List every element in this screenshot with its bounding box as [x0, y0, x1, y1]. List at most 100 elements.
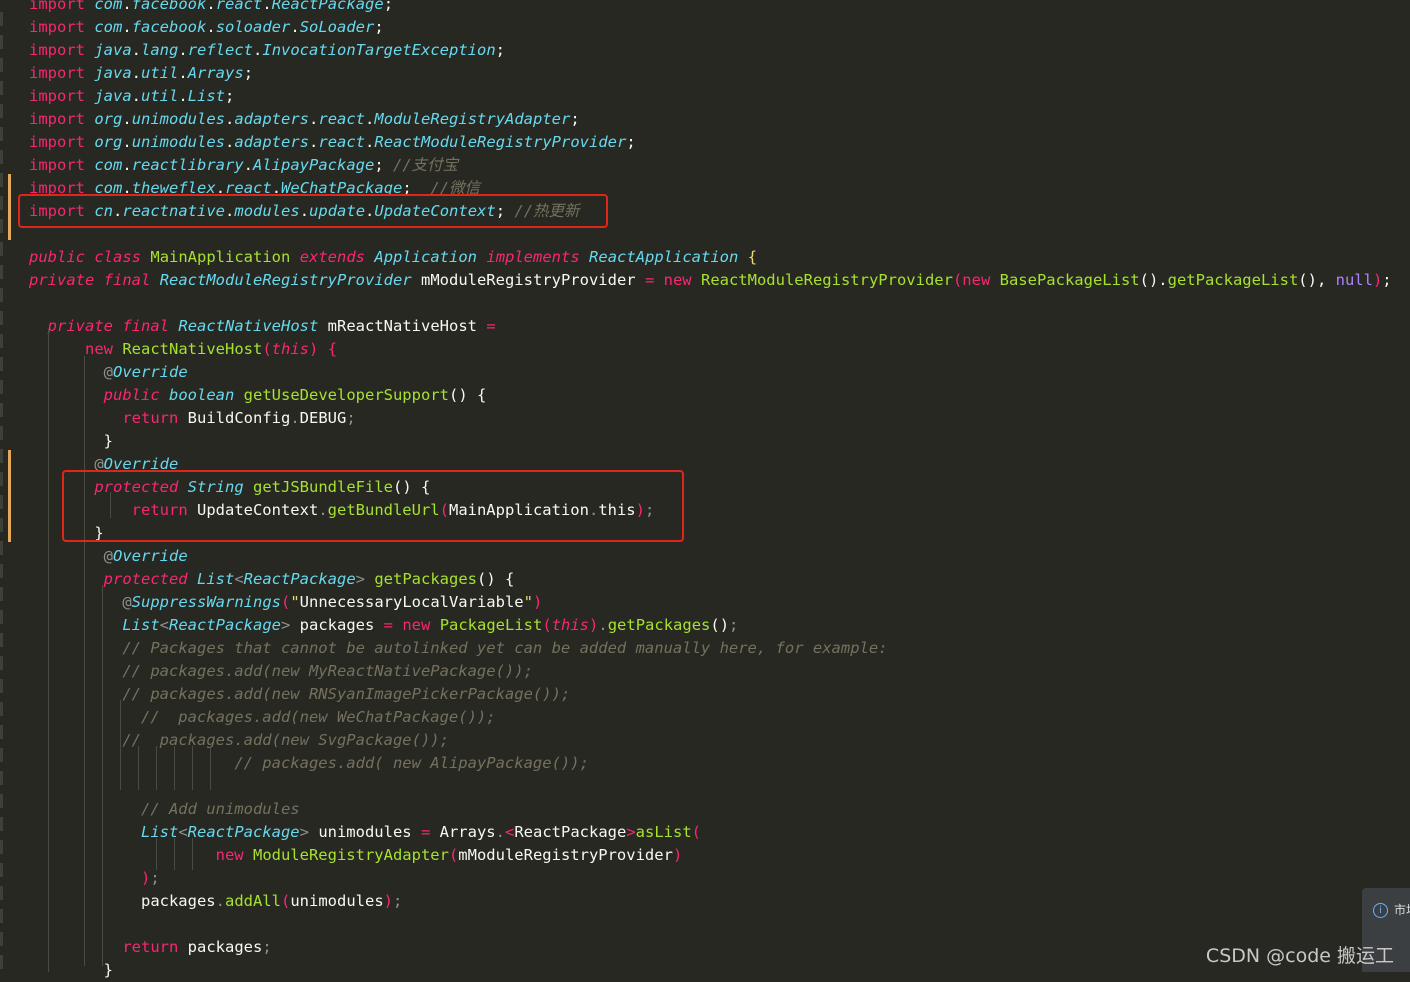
code-token: unimodules: [308, 823, 421, 841]
code-line[interactable]: // packages.add(new WeChatPackage());: [29, 706, 496, 729]
code-token: reflect: [187, 41, 254, 59]
code-token: protected: [103, 570, 188, 588]
gutter-mark: [0, 242, 3, 256]
code-token: getPackages: [607, 616, 711, 634]
code-token: ;: [374, 156, 394, 174]
indent-guide: [174, 838, 175, 870]
code-token: ReactModuleRegistryProvider: [374, 133, 627, 151]
code-line[interactable]: public boolean getUseDeveloperSupport() …: [29, 384, 487, 407]
code-token: lang: [141, 41, 179, 59]
code-line[interactable]: @Override: [29, 361, 188, 384]
code-token: Override: [113, 363, 188, 381]
code-line[interactable]: import org.unimodules.adapters.react.Rea…: [29, 131, 636, 154]
code-line[interactable]: private final ReactNativeHost mReactNati…: [29, 315, 496, 338]
code-token: new: [85, 340, 113, 358]
code-line[interactable]: new ModuleRegistryAdapter(mModuleRegistr…: [29, 844, 683, 867]
code-line[interactable]: // packages.add( new AlipayPackage());: [29, 752, 589, 775]
gutter-mark: [0, 357, 3, 371]
code-token: adapters: [234, 110, 310, 128]
code-token: .: [225, 110, 235, 128]
gutter-mark: [0, 886, 3, 900]
gutter-mark: [0, 219, 3, 233]
code-token: unimodules: [131, 110, 226, 128]
code-line[interactable]: private final ReactModuleRegistryProvide…: [29, 269, 1392, 292]
code-line[interactable]: import com.reactlibrary.AlipayPackage; /…: [29, 154, 458, 177]
code-line[interactable]: @Override: [29, 545, 188, 568]
gutter-mark: [0, 311, 3, 325]
code-token: // Add unimodules: [140, 800, 300, 818]
code-token: com: [94, 0, 123, 13]
gutter-mark: [0, 840, 3, 854]
code-line[interactable]: public class MainApplication extends App…: [29, 246, 757, 269]
code-line[interactable]: @SuppressWarnings("UnnecessaryLocalVaria…: [29, 591, 542, 614]
code-token: .: [309, 133, 319, 151]
code-token: this: [271, 340, 309, 358]
code-token: new: [215, 846, 244, 864]
code-line[interactable]: // packages.add(new SvgPackage());: [29, 729, 449, 752]
code-line[interactable]: // packages.add(new RNSyanImagePickerPac…: [29, 683, 570, 706]
code-token: addAll: [224, 892, 281, 910]
code-token: .: [131, 41, 142, 59]
code-token: ;: [243, 64, 254, 82]
code-editor[interactable]: import com.facebook.react.ReactPackage; i…: [0, 0, 1410, 979]
code-token: new: [402, 616, 431, 634]
code-token: (: [262, 340, 272, 358]
gutter-mark: [0, 679, 3, 693]
code-line[interactable]: import java.util.List;: [29, 85, 234, 108]
code-line[interactable]: // Packages that cannot be autolinked ye…: [29, 637, 887, 660]
code-token: unimodules: [131, 133, 226, 151]
code-token: ): [140, 869, 151, 887]
code-token: (),: [1298, 271, 1336, 289]
code-line[interactable]: import com.facebook.react.ReactPackage;: [29, 0, 393, 16]
code-token: >: [626, 823, 636, 841]
code-token: implements: [486, 248, 580, 266]
code-line[interactable]: return packages;: [29, 936, 271, 959]
code-token: (: [952, 271, 963, 289]
code-line[interactable]: // Add unimodules: [29, 798, 300, 821]
code-token: List: [197, 570, 235, 588]
code-token: .: [122, 156, 132, 174]
code-line[interactable]: List<ReactPackage> packages = new Packag…: [29, 614, 738, 637]
code-token: .: [122, 0, 132, 13]
code-line[interactable]: import org.unimodules.adapters.react.Mod…: [29, 108, 580, 131]
gutter-mark: [0, 426, 3, 440]
code-token: .: [598, 616, 608, 634]
code-token: import: [29, 133, 85, 151]
code-line[interactable]: }: [29, 959, 113, 982]
code-line[interactable]: import java.util.Arrays;: [29, 62, 253, 85]
gutter-mark: [0, 702, 3, 716]
code-line[interactable]: // packages.add(new MyReactNativePackage…: [29, 660, 533, 683]
code-line[interactable]: }: [29, 430, 113, 453]
indent-guide: [102, 585, 103, 966]
code-token: java: [94, 64, 132, 82]
code-token: public: [103, 386, 160, 404]
code-line[interactable]: import com.facebook.soloader.SoLoader;: [29, 16, 384, 39]
code-token: util: [141, 64, 179, 82]
code-line[interactable]: new ReactNativeHost(this) {: [29, 338, 337, 361]
code-line[interactable]: packages.addAll(unimodules);: [29, 890, 402, 913]
code-token: getPackages: [374, 570, 477, 588]
gutter-mark: [0, 12, 3, 26]
code-line[interactable]: import java.lang.reflect.InvocationTarge…: [29, 39, 505, 62]
code-token: import: [29, 18, 85, 36]
code-line[interactable]: return BuildConfig.DEBUG;: [29, 407, 355, 430]
code-token: .: [253, 41, 263, 59]
code-token: ": [290, 593, 300, 611]
code-token: com: [94, 156, 123, 174]
code-token: AlipayPackage: [253, 156, 375, 174]
code-token: ;: [1382, 271, 1392, 289]
code-line[interactable]: List<ReactPackage> unimodules = Arrays.<…: [29, 821, 701, 844]
code-token: InvocationTargetException: [262, 41, 496, 59]
code-token: // packages.add(new WeChatPackage());: [140, 708, 496, 726]
code-token: java: [94, 87, 132, 105]
